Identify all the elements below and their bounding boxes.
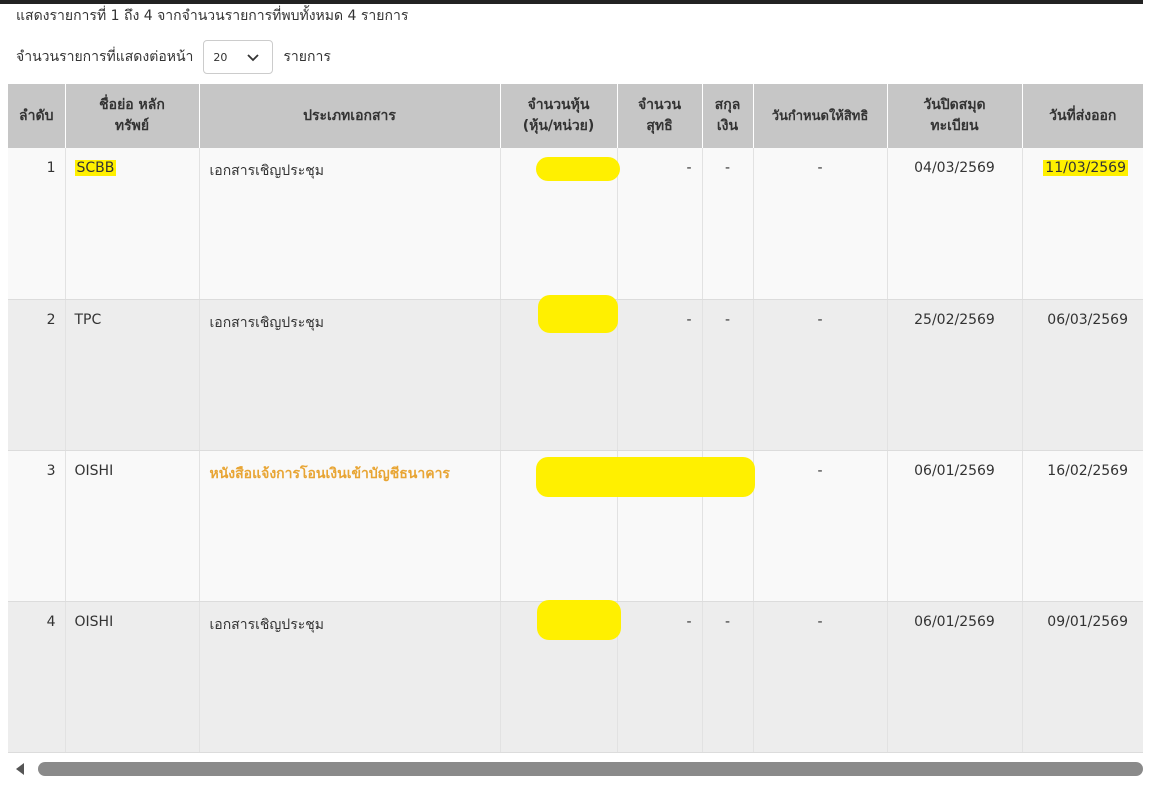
cell-symbol[interactable]: SCBB xyxy=(65,148,200,300)
cell-record-date: - xyxy=(753,148,888,300)
redaction-mark xyxy=(537,600,621,640)
cell-net: - xyxy=(617,148,703,300)
header-symbol[interactable]: ชื่อย่อ หลักทรัพย์ xyxy=(65,84,200,148)
header-closing-date[interactable]: วันปิดสมุด ทะเบียน xyxy=(887,84,1023,148)
cell-record-date: - xyxy=(753,299,888,451)
top-border xyxy=(0,0,1143,4)
header-symbol-text: ชื่อย่อ หลักทรัพย์ xyxy=(99,97,165,134)
cell-symbol[interactable]: TPC xyxy=(65,299,200,451)
header-shares[interactable]: จำนวนหุ้น (หุ้น/หน่วย) xyxy=(500,84,618,148)
cell-closing-date: 06/01/2569 xyxy=(887,601,1023,753)
header-issue-date[interactable]: วันที่ส่งออก xyxy=(1022,84,1143,148)
doc-type-link[interactable]: หนังสือแจ้งการโอนเงินเข้าบัญชีธนาคาร xyxy=(210,466,450,482)
cell-doc-type[interactable]: เอกสารเชิญประชุม xyxy=(199,601,501,753)
cell-currency: - xyxy=(702,601,754,753)
documents-table: ลำดับ ชื่อย่อ หลักทรัพย์ ประเภทเอกสาร จำ… xyxy=(8,84,1143,753)
cell-closing-date: 04/03/2569 xyxy=(887,148,1023,300)
scroll-left-arrow-icon[interactable] xyxy=(13,762,27,776)
cell-record-date: - xyxy=(753,450,888,602)
cell-no: 4 xyxy=(8,601,66,753)
page-size-suffix: รายการ xyxy=(283,49,331,65)
cell-issue-date: 16/02/2569 xyxy=(1022,450,1143,602)
header-doc-type[interactable]: ประเภทเอกสาร xyxy=(199,84,501,148)
symbol-text: SCBB xyxy=(74,160,117,176)
cell-closing-date: 06/01/2569 xyxy=(887,450,1023,602)
cell-issue-date: 06/03/2569 xyxy=(1022,299,1143,451)
chevron-down-icon xyxy=(247,54,260,62)
cell-closing-date: 25/02/2569 xyxy=(887,299,1023,451)
issue-date-text: 11/03/2569 xyxy=(1043,160,1128,176)
header-no[interactable]: ลำดับ xyxy=(8,84,66,148)
cell-net: - xyxy=(617,299,703,451)
cell-issue-date: 09/01/2569 xyxy=(1022,601,1143,753)
header-net-text: จำนวน สุทธิ xyxy=(637,97,682,134)
redaction-mark xyxy=(538,295,618,333)
cell-currency: - xyxy=(702,299,754,451)
cell-record-date: - xyxy=(753,601,888,753)
header-currency-text: สกุล เงิน xyxy=(714,97,741,134)
results-summary: แสดงรายการที่ 1 ถึง 4 จากจำนวนรายการที่พ… xyxy=(16,8,409,24)
cell-doc-type[interactable]: เอกสารเชิญประชุม xyxy=(199,148,501,300)
cell-doc-type[interactable]: หนังสือแจ้งการโอนเงินเข้าบัญชีธนาคาร xyxy=(199,450,501,602)
page-size-value: 20 xyxy=(213,50,228,64)
page-size-row: จำนวนรายการที่แสดงต่อหน้า 20 รายการ xyxy=(16,40,331,74)
scrollbar-thumb[interactable] xyxy=(38,762,1143,776)
page-size-select[interactable]: 20 xyxy=(203,40,274,74)
header-record-date[interactable]: วันกำหนดให้สิทธิ xyxy=(753,84,888,148)
header-net[interactable]: จำนวน สุทธิ xyxy=(617,84,703,148)
header-currency[interactable]: สกุล เงิน xyxy=(702,84,754,148)
page-size-label: จำนวนรายการที่แสดงต่อหน้า xyxy=(16,49,194,65)
redaction-mark xyxy=(536,457,755,497)
cell-no: 1 xyxy=(8,148,66,300)
table-header-row: ลำดับ ชื่อย่อ หลักทรัพย์ ประเภทเอกสาร จำ… xyxy=(8,84,1143,148)
cell-issue-date: 11/03/2569 xyxy=(1022,148,1143,300)
cell-no: 3 xyxy=(8,450,66,602)
horizontal-scrollbar[interactable] xyxy=(10,760,1143,778)
cell-doc-type[interactable]: เอกสารเชิญประชุม xyxy=(199,299,501,451)
cell-net: - xyxy=(617,601,703,753)
header-shares-text: จำนวนหุ้น (หุ้น/หน่วย) xyxy=(522,97,595,134)
redaction-mark xyxy=(536,157,620,181)
cell-currency: - xyxy=(702,148,754,300)
cell-symbol[interactable]: OISHI xyxy=(65,601,200,753)
header-closing-date-text: วันปิดสมุด ทะเบียน xyxy=(923,97,986,134)
cell-no: 2 xyxy=(8,299,66,451)
cell-symbol[interactable]: OISHI xyxy=(65,450,200,602)
